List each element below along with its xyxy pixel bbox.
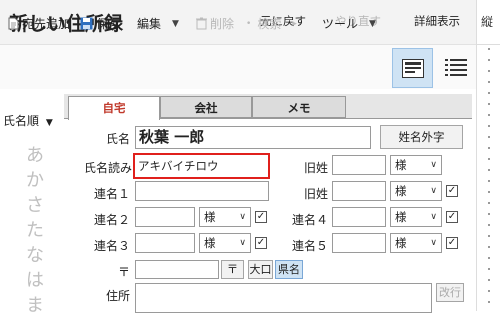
search-menu[interactable]: • 検索 ▸ <box>246 15 297 32</box>
edit-label: 編集 <box>137 17 162 31</box>
chevron-down-icon: ∨ <box>430 238 437 248</box>
old-surname-label-2: 旧姓 <box>303 187 328 201</box>
caret-down-icon: ▼ <box>45 118 53 128</box>
honorific-select[interactable]: 様 ∨ <box>199 207 251 227</box>
honorific-select[interactable]: 様 ∨ <box>390 155 442 175</box>
document-icon <box>8 17 19 30</box>
checkbox[interactable]: ✓ <box>255 211 267 223</box>
honorific-value: 様 <box>204 210 216 224</box>
ruler-marks <box>488 48 490 308</box>
tab-memo[interactable]: メモ <box>252 96 346 118</box>
co-name-2-label: 連名２ <box>93 213 130 227</box>
save-label: 保存 <box>96 17 121 31</box>
co-name-4-input[interactable] <box>332 207 386 227</box>
name-label: 氏名 <box>105 132 130 146</box>
honorific-value: 様 <box>395 158 407 172</box>
co-name-1-input[interactable] <box>135 181 269 201</box>
co-name-5-label: 連名５ <box>291 239 328 253</box>
honorific-value: 様 <box>395 236 407 250</box>
trash-icon <box>196 17 207 30</box>
co-name-3-label: 連名３ <box>93 239 130 253</box>
prefecture-name-button[interactable]: 県名 <box>275 260 303 279</box>
delete-button[interactable]: 削除 <box>196 15 234 32</box>
co-name-2-input[interactable] <box>135 207 195 227</box>
kana-index-item[interactable]: あ <box>22 143 48 168</box>
zip-input[interactable] <box>135 260 219 279</box>
list-layout-icon <box>445 59 467 76</box>
reading-input[interactable]: アキバイチロウ <box>133 153 270 179</box>
honorific-select[interactable]: 様 ∨ <box>390 207 442 227</box>
honorific-value: 様 <box>395 210 407 224</box>
zip-label: 〒 <box>117 265 130 279</box>
dot-icon: • <box>246 18 252 29</box>
kana-index-item[interactable]: か <box>22 168 48 193</box>
kana-index: あ か さ た な は ま <box>22 143 48 318</box>
tools-menu[interactable]: ツール ▼ <box>322 15 376 32</box>
kana-index-item[interactable]: な <box>22 243 48 268</box>
save-button[interactable]: 保存 <box>80 15 120 32</box>
name-input[interactable]: 秋葉 一郎 <box>135 126 371 149</box>
checkbox[interactable]: ✓ <box>446 211 458 223</box>
search-label: 検索 <box>257 17 282 31</box>
honorific-value: 様 <box>395 184 407 198</box>
caret-down-icon: ▼ <box>172 18 179 29</box>
tab-company[interactable]: 会社 <box>160 96 252 118</box>
sort-order-select[interactable]: 氏名順 ▼ <box>3 112 53 129</box>
reading-label: 氏名読み <box>83 161 132 175</box>
honorific-select[interactable]: 様 ∨ <box>199 233 251 253</box>
side-panel-label: 縦 <box>481 15 494 29</box>
co-name-5-input[interactable] <box>332 233 386 253</box>
edit-menu[interactable]: 編集 ▼ <box>137 15 179 32</box>
caret-down-icon: ▼ <box>369 18 376 29</box>
address-input[interactable] <box>135 283 432 313</box>
detail-view-button[interactable]: 詳細表示 <box>414 13 460 29</box>
sort-order-label: 氏名順 <box>3 114 40 128</box>
okuchi-button[interactable]: 大口 <box>248 260 273 279</box>
newline-button[interactable]: 改行 <box>436 283 464 302</box>
checkbox[interactable]: ✓ <box>446 185 458 197</box>
card-layout-icon <box>402 59 424 78</box>
delete-label: 削除 <box>210 17 235 31</box>
checkbox[interactable]: ✓ <box>446 237 458 249</box>
save-icon <box>80 17 93 30</box>
kana-index-item[interactable]: た <box>22 218 48 243</box>
co-name-3-input[interactable] <box>135 233 195 253</box>
old-surname-label: 旧姓 <box>303 161 328 175</box>
chevron-down-icon: ∨ <box>430 212 437 222</box>
zip-lookup-button[interactable]: 〒 <box>221 260 244 279</box>
kana-index-item[interactable]: さ <box>22 193 48 218</box>
chevron-down-icon: ∨ <box>430 186 437 196</box>
tools-label: ツール <box>322 17 359 31</box>
old-surname-input-2[interactable] <box>332 181 386 201</box>
kana-index-item[interactable]: は <box>22 268 48 293</box>
address-label: 住所 <box>105 289 130 303</box>
tab-home[interactable]: 自宅 <box>68 96 160 120</box>
chevron-down-icon: ∨ <box>430 160 437 170</box>
list-view-button[interactable] <box>438 48 474 88</box>
co-name-1-label: 連名１ <box>93 187 130 201</box>
kana-index-item[interactable]: ま <box>22 293 48 318</box>
honorific-value: 様 <box>204 236 216 250</box>
honorific-select[interactable]: 様 ∨ <box>390 181 442 201</box>
co-name-4-label: 連名４ <box>291 213 328 227</box>
honorific-select[interactable]: 様 ∨ <box>390 233 442 253</box>
caret-right-icon: ▸ <box>292 18 297 29</box>
add-recipient-label: 宛先追加 <box>22 17 71 31</box>
name-outside-char-button[interactable]: 姓名外字 <box>380 125 463 149</box>
chevron-down-icon: ∨ <box>239 212 246 222</box>
add-recipient-button[interactable]: 宛先追加 <box>8 15 70 32</box>
divider <box>476 44 500 45</box>
card-view-button[interactable] <box>392 48 433 88</box>
chevron-down-icon: ∨ <box>239 238 246 248</box>
checkbox[interactable]: ✓ <box>255 237 267 249</box>
old-surname-input[interactable] <box>332 155 386 175</box>
